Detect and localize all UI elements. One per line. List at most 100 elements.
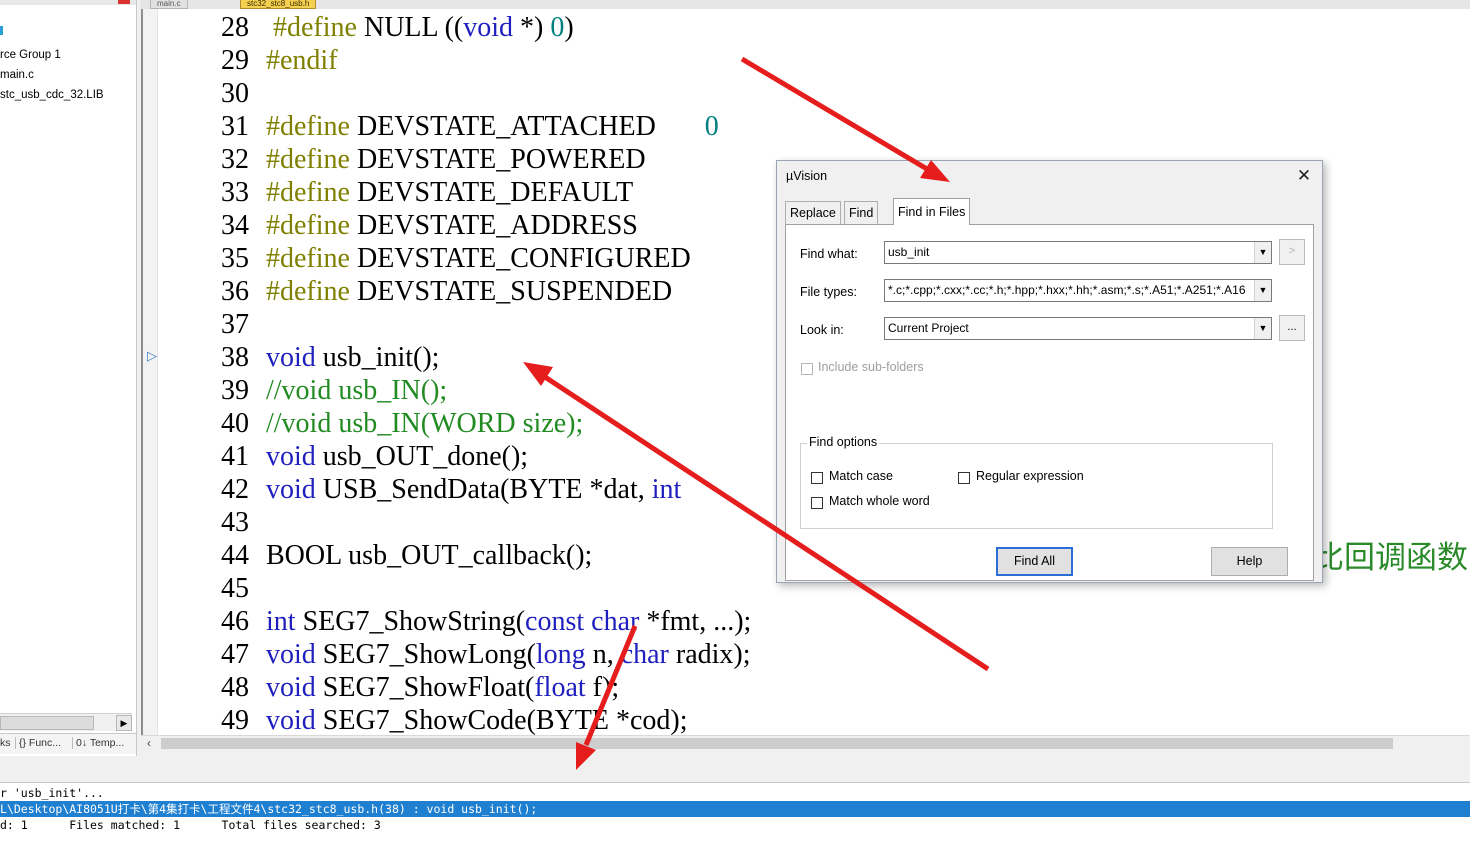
code-token: void bbox=[463, 12, 514, 43]
line-number: 44 bbox=[221, 540, 249, 571]
code-token: BOOL usb_OUT_callback(); bbox=[266, 540, 593, 571]
chevron-down-icon[interactable]: ▼ bbox=[1254, 318, 1271, 339]
code-token: DEVSTATE_DEFAULT bbox=[356, 177, 634, 208]
line-number: 49 bbox=[221, 705, 249, 735]
output-line-result[interactable]: L\Desktop\AI8051U打卡\第4集打卡\工程文件4\stc32_st… bbox=[0, 801, 1470, 817]
code-token: //void usb_IN(); bbox=[266, 375, 448, 406]
line-number: 30 bbox=[221, 78, 249, 109]
code-token: void bbox=[266, 441, 316, 472]
code-token: DEVSTATE_POWERED bbox=[356, 144, 646, 175]
dialog-client: Replace Find Find in Files Find what: us… bbox=[785, 198, 1314, 581]
line-number: 40 bbox=[221, 408, 249, 439]
code-line[interactable]: 28 #define NULL ((void *) 0) bbox=[143, 11, 1470, 44]
code-token: DEVSTATE_SUSPENDED bbox=[356, 276, 673, 307]
tab-books[interactable]: ks bbox=[0, 737, 11, 749]
browse-button[interactable]: ... bbox=[1279, 315, 1305, 341]
code-token: void bbox=[266, 639, 316, 670]
tab-functions[interactable]: {} Func... bbox=[15, 737, 61, 749]
scroll-right-icon[interactable]: ▶ bbox=[116, 715, 132, 731]
code-token: void bbox=[266, 672, 316, 703]
code-text: #endif bbox=[266, 44, 338, 77]
find-all-button[interactable]: Find All bbox=[996, 547, 1073, 576]
file-types-combo[interactable]: *.c;*.cpp;*.cxx;*.cc;*.h;*.hpp;*.hxx;*.h… bbox=[884, 279, 1272, 302]
close-icon[interactable]: ✕ bbox=[1292, 164, 1316, 188]
code-line[interactable]: 48 void SEG7_ShowFloat(float f); bbox=[143, 671, 1470, 704]
code-token: long bbox=[535, 639, 586, 670]
code-token: const char bbox=[525, 606, 640, 637]
code-text: void usb_init(); bbox=[266, 341, 439, 374]
tab-templates[interactable]: 0↓ Temp... bbox=[72, 737, 124, 749]
project-panel: rce Group 1 main.c stc_usb_cdc_32.LIB ▶ … bbox=[0, 0, 137, 756]
help-button[interactable]: Help bbox=[1211, 547, 1288, 576]
scrollbar-thumb[interactable] bbox=[0, 716, 94, 730]
line-number: 29 bbox=[221, 45, 249, 76]
tree-expand-icon[interactable] bbox=[0, 26, 3, 35]
code-token: #define bbox=[266, 177, 357, 208]
look-in-value: Current Project bbox=[888, 321, 969, 335]
find-options-group: Find options Match case Regular expressi… bbox=[800, 435, 1273, 529]
line-number: 38 bbox=[221, 342, 249, 373]
code-line[interactable]: 47 void SEG7_ShowLong(long n, char radix)… bbox=[143, 638, 1470, 671]
line-number: 47 bbox=[221, 639, 249, 670]
tab-find[interactable]: Find bbox=[844, 201, 879, 224]
regex-helper-button[interactable]: > bbox=[1279, 239, 1305, 265]
match-whole-word-checkbox[interactable] bbox=[811, 497, 823, 509]
code-line[interactable]: 49 void SEG7_ShowCode(BYTE *cod); bbox=[143, 704, 1470, 735]
scroll-left-icon[interactable]: ‹ bbox=[147, 736, 151, 750]
code-token: NULL (( bbox=[363, 12, 464, 43]
line-number: 35 bbox=[221, 243, 249, 274]
chevron-down-icon[interactable]: ▼ bbox=[1254, 280, 1271, 301]
line-number: 45 bbox=[221, 573, 249, 604]
code-token: n, bbox=[585, 639, 621, 670]
code-token: SEG7_ShowLong( bbox=[315, 639, 536, 670]
code-line[interactable]: 30 bbox=[143, 77, 1470, 110]
match-case-checkbox[interactable] bbox=[811, 472, 823, 484]
regular-expression-checkbox[interactable] bbox=[958, 472, 970, 484]
tree-item-main-c[interactable]: main.c bbox=[0, 69, 34, 81]
tab-replace[interactable]: Replace bbox=[785, 201, 841, 224]
code-token: #define bbox=[266, 144, 357, 175]
code-token: void bbox=[266, 342, 316, 373]
code-token: usb_OUT_done(); bbox=[315, 441, 529, 472]
editor-scrollbar-thumb[interactable] bbox=[161, 738, 1393, 749]
project-panel-scrollbar[interactable]: ▶ bbox=[0, 713, 132, 731]
include-subfolders-checkbox[interactable] bbox=[801, 363, 813, 375]
tree-item-source-group[interactable]: rce Group 1 bbox=[0, 49, 61, 61]
find-in-files-tab-body: Find what: usb_init ▼ > File types: *.c;… bbox=[785, 224, 1314, 581]
panel-close-icon[interactable] bbox=[118, 0, 130, 4]
editor-tab-usb-h[interactable]: stc32_stc8_usb.h bbox=[240, 0, 317, 9]
editor-scrollbar[interactable]: ‹ bbox=[141, 735, 1470, 751]
editor-tab-main-c[interactable]: main.c bbox=[150, 0, 188, 9]
code-line[interactable]: 46 int SEG7_ShowString(const char *fmt, .… bbox=[143, 605, 1470, 638]
code-token: #endif bbox=[266, 45, 338, 76]
chevron-down-icon[interactable]: ▼ bbox=[1254, 242, 1271, 263]
code-text: BOOL usb_OUT_callback(); bbox=[266, 539, 592, 572]
code-text: void SEG7_ShowCode(BYTE *cod); bbox=[266, 704, 688, 735]
output-panel-header bbox=[0, 756, 1470, 783]
code-token: #define bbox=[266, 111, 357, 142]
look-in-combo[interactable]: Current Project ▼ bbox=[884, 317, 1272, 340]
code-token: f); bbox=[585, 672, 620, 703]
code-line[interactable]: 29 #endif bbox=[143, 44, 1470, 77]
code-token: char bbox=[620, 639, 669, 670]
line-number: 39 bbox=[221, 375, 249, 406]
code-line[interactable]: 31 #define DEVSTATE_ATTACHED 0 bbox=[143, 110, 1470, 143]
code-token: int bbox=[266, 606, 296, 637]
code-token: SEG7_ShowCode(BYTE *cod); bbox=[315, 705, 688, 735]
tree-item-lib[interactable]: stc_usb_cdc_32.LIB bbox=[0, 89, 104, 101]
line-number: 48 bbox=[221, 672, 249, 703]
code-token: float bbox=[534, 672, 586, 703]
find-what-value: usb_init bbox=[888, 245, 930, 259]
tab-find-in-files[interactable]: Find in Files bbox=[893, 198, 971, 225]
code-text: #define DEVSTATE_ADDRESS bbox=[266, 209, 638, 242]
code-text: void SEG7_ShowLong(long n, char radix); bbox=[266, 638, 751, 671]
code-text: //void usb_IN(WORD size); bbox=[266, 407, 583, 440]
include-subfolders-label: Include sub-folders bbox=[818, 360, 924, 374]
match-case-label: Match case bbox=[829, 469, 893, 483]
code-token: SEG7_ShowFloat( bbox=[315, 672, 535, 703]
line-number: 42 bbox=[221, 474, 249, 505]
code-token: 0 bbox=[550, 12, 565, 43]
line-number: 34 bbox=[221, 210, 249, 241]
code-token: *) bbox=[513, 12, 551, 43]
find-what-combo[interactable]: usb_init ▼ bbox=[884, 241, 1272, 264]
